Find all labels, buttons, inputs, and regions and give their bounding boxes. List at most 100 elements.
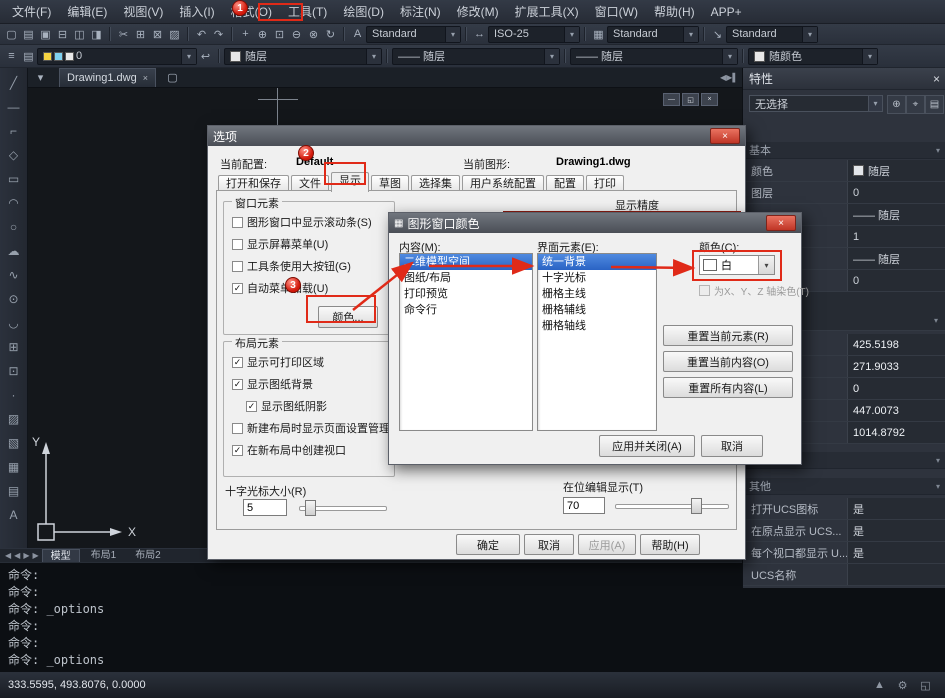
interface-element-listbox[interactable]: 统一背景 十字光标 栅格主线 栅格辅线 栅格轴线 — [537, 253, 657, 431]
checkbox-icon[interactable] — [232, 217, 243, 228]
checkbox-paper-background[interactable]: 显示图纸背景 — [232, 376, 313, 392]
pickadd-toggle-icon[interactable]: ⊕ — [887, 95, 906, 114]
checkbox-icon[interactable] — [232, 239, 243, 250]
publish-icon[interactable]: ◨ — [88, 26, 105, 43]
drawing-file-tab[interactable]: Drawing1.dwg × — [59, 68, 156, 87]
arc-icon[interactable]: ◠ — [3, 191, 25, 215]
checkbox-icon[interactable] — [232, 445, 243, 456]
line-icon[interactable]: ╱ — [3, 71, 25, 95]
property-row-ucs-icon-on[interactable]: 打开UCS图标 是 — [743, 498, 945, 520]
polygon-icon[interactable]: ◇ — [3, 143, 25, 167]
make-block-icon[interactable]: ⊡ — [3, 359, 25, 383]
table-style-combo[interactable]: Standard ▾ — [607, 26, 699, 43]
first-tab-icon[interactable]: ◀ — [5, 551, 11, 560]
colors-dialog-titlebar[interactable]: ▦ 图形窗口颜色 × — [389, 213, 801, 233]
workspace-switch-icon[interactable]: ⚙ — [892, 675, 913, 695]
paste-icon[interactable]: ⊠ — [149, 26, 166, 43]
crosshair-size-slider[interactable] — [299, 499, 387, 516]
copy-icon[interactable]: ⊞ — [132, 26, 149, 43]
section-misc[interactable]: 其他 ▾ — [743, 478, 945, 495]
menu-item-view[interactable]: 视图(V) — [115, 0, 171, 23]
menu-item-express[interactable]: 扩展工具(X) — [507, 0, 587, 23]
property-row-color[interactable]: 颜色 随层 — [743, 160, 945, 182]
match-properties-icon[interactable]: ▨ — [166, 26, 183, 43]
menu-item-dimension[interactable]: 标注(N) — [392, 0, 449, 23]
plot-preview-icon[interactable]: ◫ — [71, 26, 88, 43]
region-icon[interactable]: ▦ — [3, 455, 25, 479]
section-basic[interactable]: 基本 ▾ — [743, 142, 945, 159]
options-dialog-titlebar[interactable]: 选项 × — [208, 126, 745, 146]
panel-splitter-icon[interactable]: ▌ — [732, 73, 738, 82]
checkbox-screen-menu[interactable]: 显示屏幕菜单(U) — [232, 236, 328, 252]
layer-states-icon[interactable]: ▤ — [20, 48, 37, 65]
menu-item-file[interactable]: 文件(F) — [4, 0, 59, 23]
list-item-grid-major[interactable]: 栅格主线 — [538, 286, 656, 302]
checkbox-printable-area[interactable]: 显示可打印区域 — [232, 354, 324, 370]
ellipse-arc-icon[interactable]: ◡ — [3, 311, 25, 335]
ok-button[interactable]: 确定 — [456, 534, 520, 555]
minimize-icon[interactable]: — — [663, 93, 680, 106]
select-objects-icon[interactable]: ⌖ — [906, 95, 925, 114]
clean-screen-icon[interactable]: ◱ — [915, 675, 936, 695]
tab-layout2[interactable]: 布局2 — [127, 549, 169, 562]
zoom-window-icon[interactable]: ⊡ — [271, 26, 288, 43]
linetype-combo[interactable]: —— 随层 ▾ — [392, 48, 560, 65]
menu-item-insert[interactable]: 插入(I) — [171, 0, 222, 23]
restore-element-button[interactable]: 重置当前元素(R) — [663, 325, 793, 346]
close-icon[interactable]: × — [710, 128, 740, 144]
last-tab-icon[interactable]: ▶ — [32, 551, 38, 560]
annotation-scale-icon[interactable]: ▲ — [869, 675, 890, 695]
hatch-icon[interactable]: ▨ — [3, 407, 25, 431]
pan-icon[interactable]: + — [237, 26, 254, 43]
slider-thumb[interactable] — [305, 500, 316, 516]
cut-icon[interactable]: ✂ — [115, 26, 132, 43]
tab-menu-icon[interactable]: ▾ — [32, 69, 49, 86]
color-combo[interactable]: 随层 ▾ — [224, 48, 382, 65]
save-icon[interactable]: ▣ — [37, 26, 54, 43]
table-icon[interactable]: ▤ — [3, 479, 25, 503]
checkbox-icon[interactable] — [232, 261, 243, 272]
construction-line-icon[interactable]: — — [3, 95, 25, 119]
layer-properties-icon[interactable]: ≡ — [3, 48, 20, 65]
restore-all-button[interactable]: 重置所有内容(L) — [663, 377, 793, 398]
list-item-command-line[interactable]: 命令行 — [400, 302, 532, 318]
menu-item-edit[interactable]: 编辑(E) — [59, 0, 115, 23]
colors-cancel-button[interactable]: 取消 — [701, 435, 763, 457]
checkbox-page-setup-manager[interactable]: 新建布局时显示页面设置管理器 — [232, 420, 401, 436]
checkbox-scrollbars[interactable]: 图形窗口中显示滚动条(S) — [232, 214, 372, 230]
mtext-icon[interactable]: A — [3, 503, 25, 527]
text-style-combo[interactable]: Standard ▾ — [366, 26, 461, 43]
restore-icon[interactable]: ◱ — [682, 93, 699, 106]
checkbox-icon[interactable] — [232, 357, 243, 368]
checkbox-auto-menu-load[interactable]: 自动菜单加载(U) — [232, 280, 328, 296]
rectangle-icon[interactable]: ▭ — [3, 167, 25, 191]
cancel-button[interactable]: 取消 — [524, 534, 574, 555]
new-tab-icon[interactable]: ▢ — [164, 69, 181, 86]
command-prompt-line[interactable]: 命令: _options — [8, 652, 937, 669]
selection-filter-combo[interactable]: 无选择 ▾ — [749, 95, 883, 112]
gradient-icon[interactable]: ▧ — [3, 431, 25, 455]
list-item-sheet-layout[interactable]: 图纸/布局 — [400, 270, 532, 286]
property-row-ucs-at-origin[interactable]: 在原点显示 UCS... 是 — [743, 520, 945, 542]
list-item-grid-minor[interactable]: 栅格辅线 — [538, 302, 656, 318]
layer-combo[interactable]: 0 ▾ — [37, 48, 197, 65]
menu-item-app[interactable]: APP+ — [703, 2, 750, 22]
open-icon[interactable]: ▤ — [20, 26, 37, 43]
menu-item-help[interactable]: 帮助(H) — [646, 0, 703, 23]
list-item-plot-preview[interactable]: 打印预览 — [400, 286, 532, 302]
list-item-grid-axis[interactable]: 栅格轴线 — [538, 318, 656, 334]
checkbox-large-buttons[interactable]: 工具条使用大按钮(G) — [232, 258, 351, 274]
zoom-previous-icon[interactable]: ⊖ — [288, 26, 305, 43]
checkbox-icon[interactable] — [232, 423, 243, 434]
new-icon[interactable]: ▢ — [3, 26, 20, 43]
lineweight-combo[interactable]: —— 随层 ▾ — [570, 48, 738, 65]
apply-close-button[interactable]: 应用并关闭(A) — [599, 435, 695, 457]
close-icon[interactable]: × — [933, 72, 940, 86]
property-row-ucs-name[interactable]: UCS名称 — [743, 564, 945, 586]
slider-thumb[interactable] — [691, 498, 702, 514]
restore-context-button[interactable]: 重置当前内容(O) — [663, 351, 793, 372]
checkbox-icon[interactable] — [232, 379, 243, 390]
list-item-2d-model-space[interactable]: 二维模型空间 — [400, 254, 532, 270]
close-icon[interactable]: × — [701, 93, 718, 106]
prev-tab-icon[interactable]: ◀ — [14, 551, 20, 560]
